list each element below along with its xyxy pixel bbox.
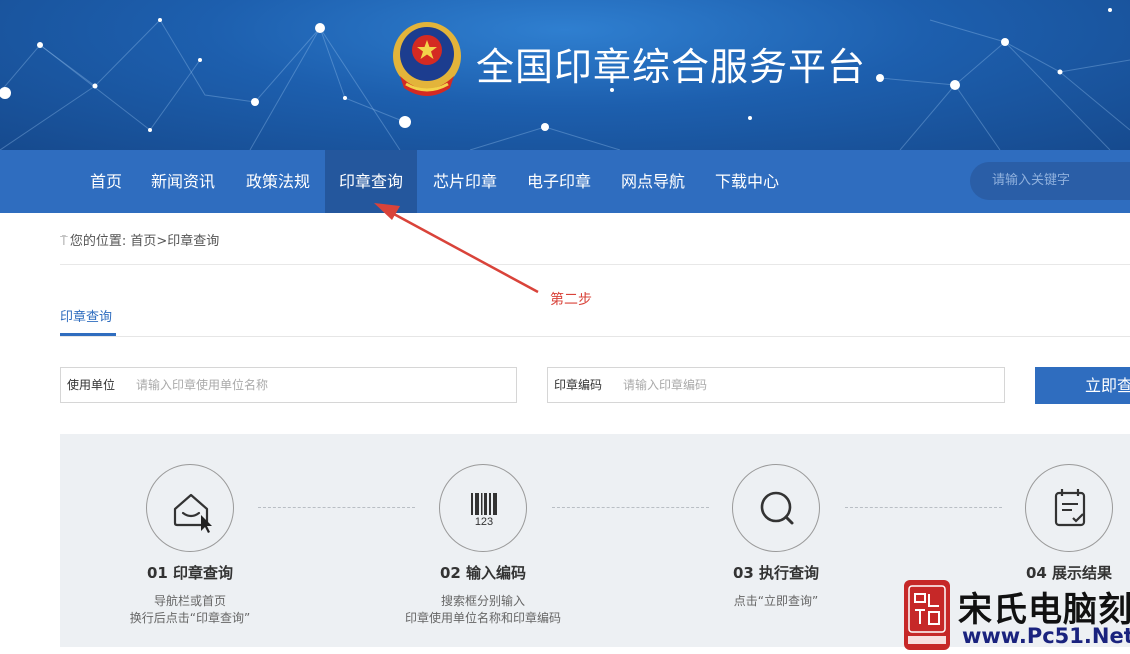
search-icon	[732, 464, 820, 552]
step-connector	[552, 507, 709, 508]
step-title: 01 印章查询	[146, 564, 234, 582]
unit-label: 使用单位	[67, 378, 116, 392]
code-label: 印章编码	[554, 378, 603, 392]
watermark: 宋氏电脑刻章 www.Pc51.Net	[904, 578, 1130, 652]
query-button[interactable]: 立即查询	[1035, 367, 1130, 404]
step-description: 点击“立即查询”	[733, 594, 819, 608]
step-description: 导航栏或首页 换行后点击“印章查询”	[129, 594, 251, 625]
annotation-label: 第二步	[550, 292, 592, 308]
svg-text:123: 123	[475, 516, 493, 528]
code-field[interactable]: 印章编码 请输入印章编码	[547, 367, 1005, 403]
house-cursor-icon	[146, 464, 234, 552]
step-connector	[845, 507, 1002, 508]
barcode-icon: 123	[439, 464, 527, 552]
tab-seal-query[interactable]: 印章查询	[60, 306, 112, 325]
code-placeholder: 请输入印章编码	[623, 378, 708, 392]
step-description: 搜索框分别输入 印章使用单位名称和印章编码	[404, 594, 562, 625]
step-title: 03 执行查询	[732, 564, 820, 582]
unit-placeholder: 请输入印章使用单位名称	[136, 378, 269, 392]
clipboard-check-icon	[1025, 464, 1113, 552]
divider	[60, 336, 1130, 337]
step-title: 02 输入编码	[439, 564, 527, 582]
unit-field[interactable]: 使用单位 请输入印章使用单位名称	[60, 367, 517, 403]
seal-logo-icon	[904, 580, 950, 650]
step-connector	[258, 507, 415, 508]
watermark-url: www.Pc51.Net	[962, 624, 1130, 648]
